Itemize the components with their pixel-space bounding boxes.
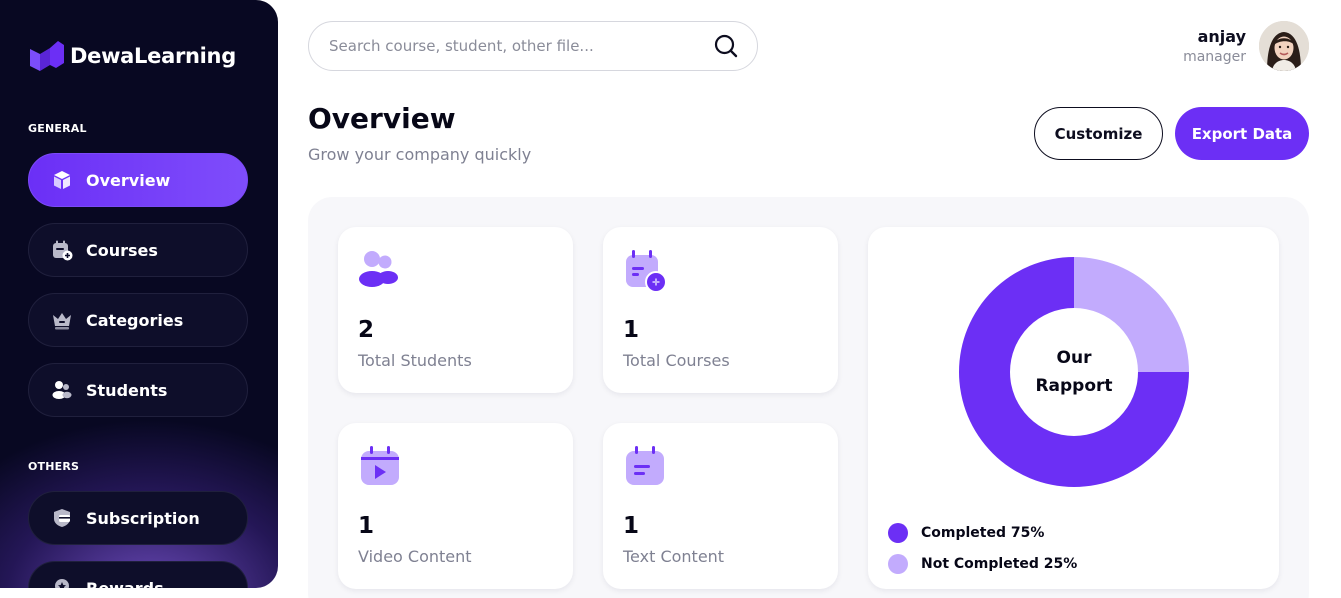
stat-value: 1 <box>623 513 640 539</box>
card-icon <box>51 507 73 529</box>
stat-card-total-students: 2 Total Students <box>338 227 573 393</box>
export-data-button[interactable]: Export Data <box>1175 107 1309 160</box>
sidebar-item-label: Rewards <box>86 578 164 589</box>
document-calendar-icon <box>626 446 664 485</box>
user-name: anjay <box>1197 27 1246 46</box>
customize-button[interactable]: Customize <box>1034 107 1163 160</box>
rapport-chart-card: Our Rapport Completed 75% Not Completed … <box>868 227 1279 589</box>
stat-value: 1 <box>623 317 640 343</box>
stat-card-video-content: 1 Video Content <box>338 423 573 589</box>
sidebar-item-label: Overview <box>86 170 171 190</box>
legend-dot-not-completed <box>888 553 908 574</box>
sidebar-item-categories[interactable]: Categories <box>28 293 248 347</box>
brand-logo-icon <box>30 41 64 71</box>
user-info: anjay manager <box>1183 27 1246 65</box>
stat-label: Total Courses <box>623 351 730 370</box>
sidebar-item-overview[interactable]: Overview <box>28 153 248 207</box>
calendar-add-icon <box>51 239 73 261</box>
page-title: Overview <box>308 102 456 135</box>
legend-item-not-completed: Not Completed 25% <box>888 548 1077 579</box>
medal-icon <box>51 577 73 588</box>
stat-label: Text Content <box>623 547 725 566</box>
rapport-donut-chart <box>959 257 1189 487</box>
donut-slice-not-completed <box>1074 257 1189 372</box>
cube-icon <box>51 169 73 191</box>
sidebar-item-subscription[interactable]: Subscription <box>28 491 248 545</box>
crown-icon <box>51 309 73 331</box>
stat-label: Total Students <box>358 351 472 370</box>
users-icon <box>359 251 398 287</box>
video-calendar-icon <box>361 446 399 485</box>
section-label-general: GENERAL <box>28 122 87 135</box>
stat-label: Video Content <box>358 547 472 566</box>
brand[interactable]: DewaLearning <box>28 37 236 75</box>
stat-card-total-courses: 1 Total Courses <box>603 227 838 393</box>
users-icon <box>51 379 73 401</box>
avatar-image <box>1259 21 1309 71</box>
legend-dot-completed <box>888 522 908 543</box>
legend-label: Completed 75% <box>921 524 1045 541</box>
stat-value: 1 <box>358 513 375 539</box>
sidebar-item-label: Categories <box>86 310 184 330</box>
user-role: manager <box>1183 49 1246 65</box>
page-subtitle: Grow your company quickly <box>308 145 532 164</box>
stat-card-text-content: 1 Text Content <box>603 423 838 589</box>
avatar[interactable] <box>1259 21 1309 71</box>
legend-label: Not Completed 25% <box>921 555 1078 572</box>
stat-value: 2 <box>358 317 375 343</box>
search-bar[interactable] <box>308 21 758 71</box>
sidebar: DewaLearning GENERAL Overview Courses Ca… <box>0 0 278 588</box>
sidebar-item-rewards[interactable]: Rewards <box>28 561 248 588</box>
calendar-add-icon <box>626 250 667 293</box>
chart-legend: Completed 75% Not Completed 25% <box>888 517 1077 579</box>
sidebar-item-label: Students <box>86 380 168 400</box>
sidebar-item-label: Courses <box>86 240 158 260</box>
sidebar-item-label: Subscription <box>86 508 200 528</box>
brand-name: DewaLearning <box>70 44 236 68</box>
section-label-others: OTHERS <box>28 460 80 473</box>
search-icon[interactable] <box>713 33 739 59</box>
legend-item-completed: Completed 75% <box>888 517 1077 548</box>
sidebar-item-courses[interactable]: Courses <box>28 223 248 277</box>
user-profile[interactable]: anjay manager <box>1183 21 1309 71</box>
sidebar-item-students[interactable]: Students <box>28 363 248 417</box>
search-input[interactable] <box>329 37 713 55</box>
